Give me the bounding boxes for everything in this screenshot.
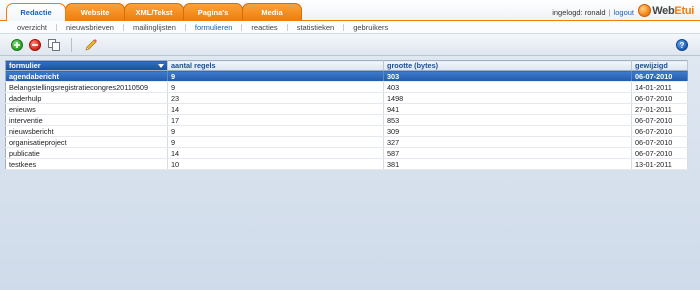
cell-gewijzigd: 27-01-2011 (631, 103, 688, 115)
tab-xml-tekst[interactable]: XML/Tekst (124, 3, 184, 21)
table-row[interactable]: enieuws 14 941 27-01-2011 (5, 103, 688, 115)
cell-gewijzigd: 06-07-2010 (631, 125, 688, 137)
table-header-row: formulier aantal regels grootte (bytes) … (5, 60, 688, 71)
column-header-aantal-regels[interactable]: aantal regels (167, 60, 384, 71)
login-separator: | (608, 8, 611, 17)
tab-paginas[interactable]: Pagina's (183, 3, 243, 21)
table-row[interactable]: Belangstellingsregistratiecongres2011050… (5, 81, 688, 93)
cell-aantal-regels: 9 (167, 70, 384, 82)
plus-circle-icon (14, 42, 20, 48)
pencil-icon (85, 39, 97, 51)
main-tabs: Redactie Website XML/Tekst Pagina's Medi… (6, 3, 302, 21)
cell-formulier: testkees (5, 158, 168, 170)
table-row[interactable]: interventie 17 853 06-07-2010 (5, 114, 688, 126)
cell-aantal-regels: 14 (167, 147, 384, 159)
cell-formulier: agendabericht (5, 70, 168, 82)
table-row[interactable]: nieuwsbericht 9 309 06-07-2010 (5, 125, 688, 137)
copy-button[interactable] (48, 39, 61, 51)
toolbar: ? (0, 34, 700, 56)
cell-aantal-regels: 9 (167, 125, 384, 137)
formulieren-table: formulier aantal regels grootte (bytes) … (5, 60, 688, 170)
tab-redactie[interactable]: Redactie (6, 3, 66, 21)
sort-desc-icon (158, 64, 164, 68)
cell-formulier: publicatie (5, 147, 168, 159)
cell-grootte: 381 (383, 158, 632, 170)
subnav-reacties[interactable]: reacties (242, 23, 286, 32)
cell-grootte: 853 (383, 114, 632, 126)
subnav-gebruikers[interactable]: gebruikers (344, 23, 397, 32)
login-status: ingelogd: ronald | logout (552, 8, 634, 17)
cell-gewijzigd: 13-01-2011 (631, 158, 688, 170)
cell-aantal-regels: 9 (167, 81, 384, 93)
logout-link[interactable]: logout (614, 8, 634, 17)
tab-website[interactable]: Website (65, 3, 125, 21)
sub-navigation: overzicht nieuwsbrieven mailinglijsten f… (0, 21, 700, 34)
subnav-statistieken[interactable]: statistieken (288, 23, 344, 32)
subnav-formulieren[interactable]: formulieren (186, 23, 242, 32)
webetui-logo: WebEtui (638, 4, 694, 17)
cell-formulier: Belangstellingsregistratiecongres2011050… (5, 81, 168, 93)
tab-label: Redactie (20, 8, 52, 17)
cell-formulier: nieuwsbericht (5, 125, 168, 137)
cell-gewijzigd: 14-01-2011 (631, 81, 688, 93)
toolbar-divider (71, 38, 72, 52)
cell-gewijzigd: 06-07-2010 (631, 114, 688, 126)
cell-grootte: 941 (383, 103, 632, 115)
cell-grootte: 403 (383, 81, 632, 93)
cell-aantal-regels: 10 (167, 158, 384, 170)
cell-gewijzigd: 06-07-2010 (631, 147, 688, 159)
copy-icon-sheet (52, 42, 60, 51)
logo-text: WebEtui (652, 5, 694, 17)
top-bar: Redactie Website XML/Tekst Pagina's Medi… (0, 0, 700, 21)
tab-label: Website (80, 8, 110, 17)
delete-button[interactable] (29, 39, 41, 51)
cell-grootte: 587 (383, 147, 632, 159)
column-header-gewijzigd[interactable]: gewijzigd (631, 60, 688, 71)
column-label: formulier (9, 61, 41, 70)
tab-label: Media (261, 8, 283, 17)
cell-formulier: interventie (5, 114, 168, 126)
cell-grootte: 1498 (383, 92, 632, 104)
cell-aantal-regels: 23 (167, 92, 384, 104)
add-button[interactable] (11, 39, 23, 51)
logo-text-web: Web (652, 4, 675, 17)
tab-label: Pagina's (197, 8, 229, 17)
cell-aantal-regels: 14 (167, 103, 384, 115)
cell-aantal-regels: 17 (167, 114, 384, 126)
table-row[interactable]: testkees 10 381 13-01-2011 (5, 158, 688, 170)
cell-grootte: 303 (383, 70, 632, 82)
minus-circle-icon (32, 44, 38, 46)
cell-formulier: organisatieproject (5, 136, 168, 148)
logo-icon (638, 4, 652, 17)
subnav-mailinglijsten[interactable]: mailinglijsten (124, 23, 185, 32)
tab-label: XML/Tekst (135, 8, 173, 17)
cell-grootte: 309 (383, 125, 632, 137)
column-header-formulier[interactable]: formulier (5, 60, 168, 71)
subnav-nieuwsbrieven[interactable]: nieuwsbrieven (57, 23, 123, 32)
table-row[interactable]: daderhulp 23 1498 06-07-2010 (5, 92, 688, 104)
table-row[interactable]: agendabericht 9 303 06-07-2010 (5, 70, 688, 82)
logged-in-user: ingelogd: ronald (552, 8, 606, 17)
edit-button[interactable] (84, 38, 98, 52)
cell-formulier: enieuws (5, 103, 168, 115)
table-row[interactable]: publicatie 14 587 06-07-2010 (5, 147, 688, 159)
cell-aantal-regels: 9 (167, 136, 384, 148)
cell-grootte: 327 (383, 136, 632, 148)
tab-media[interactable]: Media (242, 3, 302, 21)
cell-gewijzigd: 06-07-2010 (631, 136, 688, 148)
column-header-grootte[interactable]: grootte (bytes) (383, 60, 632, 71)
table-row[interactable]: organisatieproject 9 327 06-07-2010 (5, 136, 688, 148)
cell-gewijzigd: 06-07-2010 (631, 70, 688, 82)
help-button[interactable]: ? (676, 39, 688, 51)
subnav-overzicht[interactable]: overzicht (8, 23, 56, 32)
cell-formulier: daderhulp (5, 92, 168, 104)
logo-text-etui: Etui (674, 4, 694, 17)
cell-gewijzigd: 06-07-2010 (631, 92, 688, 104)
